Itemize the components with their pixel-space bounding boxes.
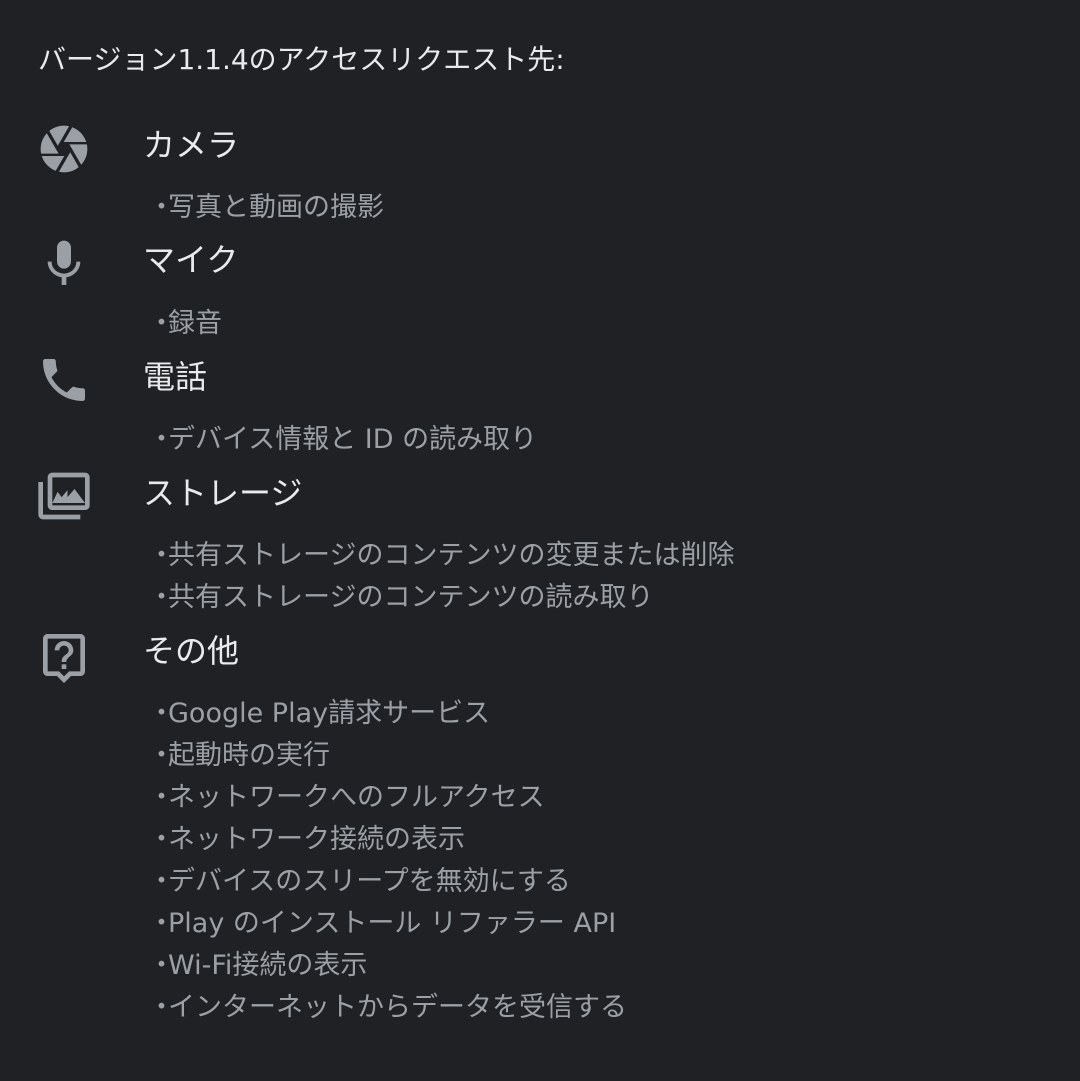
phone-permission-list: ・デバイス情報と ID の読み取り bbox=[148, 419, 537, 461]
permissions-screen: バージョン1.1.4のアクセスリクエスト先: カメラ ・写真と動画の撮影 マイク… bbox=[0, 0, 1080, 1081]
group-title-phone: 電話 bbox=[143, 358, 208, 396]
bullet: ・ bbox=[148, 540, 175, 571]
list-item: ・Wi-Fi接続の表示 bbox=[148, 945, 627, 987]
list-item: ・ネットワーク接続の表示 bbox=[148, 819, 627, 861]
page-title: バージョン1.1.4のアクセスリクエスト先: bbox=[38, 43, 565, 76]
group-title-other: その他 bbox=[143, 632, 240, 670]
bullet: ・ bbox=[148, 908, 175, 939]
list-item: ・録音 bbox=[148, 303, 222, 345]
microphone-icon bbox=[36, 236, 92, 292]
other-permission-list: ・Google Play請求サービス ・起動時の実行 ・ネットワークへのフルアク… bbox=[148, 693, 627, 1029]
list-item: ・ネットワークへのフルアクセス bbox=[148, 777, 627, 819]
bullet: ・ bbox=[148, 308, 175, 339]
list-item: ・インターネットからデータを受信する bbox=[148, 987, 627, 1029]
bullet: ・ bbox=[148, 992, 175, 1023]
bullet: ・ bbox=[148, 192, 175, 223]
bullet: ・ bbox=[148, 424, 175, 455]
list-item: ・写真と動画の撮影 bbox=[148, 187, 384, 229]
bullet: ・ bbox=[148, 782, 175, 813]
bullet: ・ bbox=[148, 582, 175, 613]
bullet: ・ bbox=[148, 698, 175, 729]
help-question-icon bbox=[36, 627, 92, 683]
camera-permission-list: ・写真と動画の撮影 bbox=[148, 187, 384, 229]
photo-library-icon bbox=[36, 468, 92, 524]
list-item: ・Play のインストール リファラー API bbox=[148, 903, 627, 945]
bullet: ・ bbox=[148, 950, 175, 981]
microphone-permission-list: ・録音 bbox=[148, 303, 222, 345]
group-title-storage: ストレージ bbox=[143, 474, 303, 512]
list-item: ・Google Play請求サービス bbox=[148, 693, 627, 735]
phone-icon bbox=[36, 352, 92, 408]
bullet: ・ bbox=[148, 740, 175, 771]
group-title-camera: カメラ bbox=[143, 126, 240, 164]
camera-aperture-icon bbox=[36, 121, 92, 177]
bullet: ・ bbox=[148, 824, 175, 855]
storage-permission-list: ・共有ストレージのコンテンツの変更または削除 ・共有ストレージのコンテンツの読み… bbox=[148, 535, 734, 619]
list-item: ・共有ストレージのコンテンツの変更または削除 bbox=[148, 535, 734, 577]
group-title-microphone: マイク bbox=[143, 241, 239, 279]
list-item: ・共有ストレージのコンテンツの読み取り bbox=[148, 577, 734, 619]
list-item: ・起動時の実行 bbox=[148, 735, 627, 777]
list-item: ・デバイス情報と ID の読み取り bbox=[148, 419, 537, 461]
bullet: ・ bbox=[148, 866, 175, 897]
list-item: ・デバイスのスリープを無効にする bbox=[148, 861, 627, 903]
